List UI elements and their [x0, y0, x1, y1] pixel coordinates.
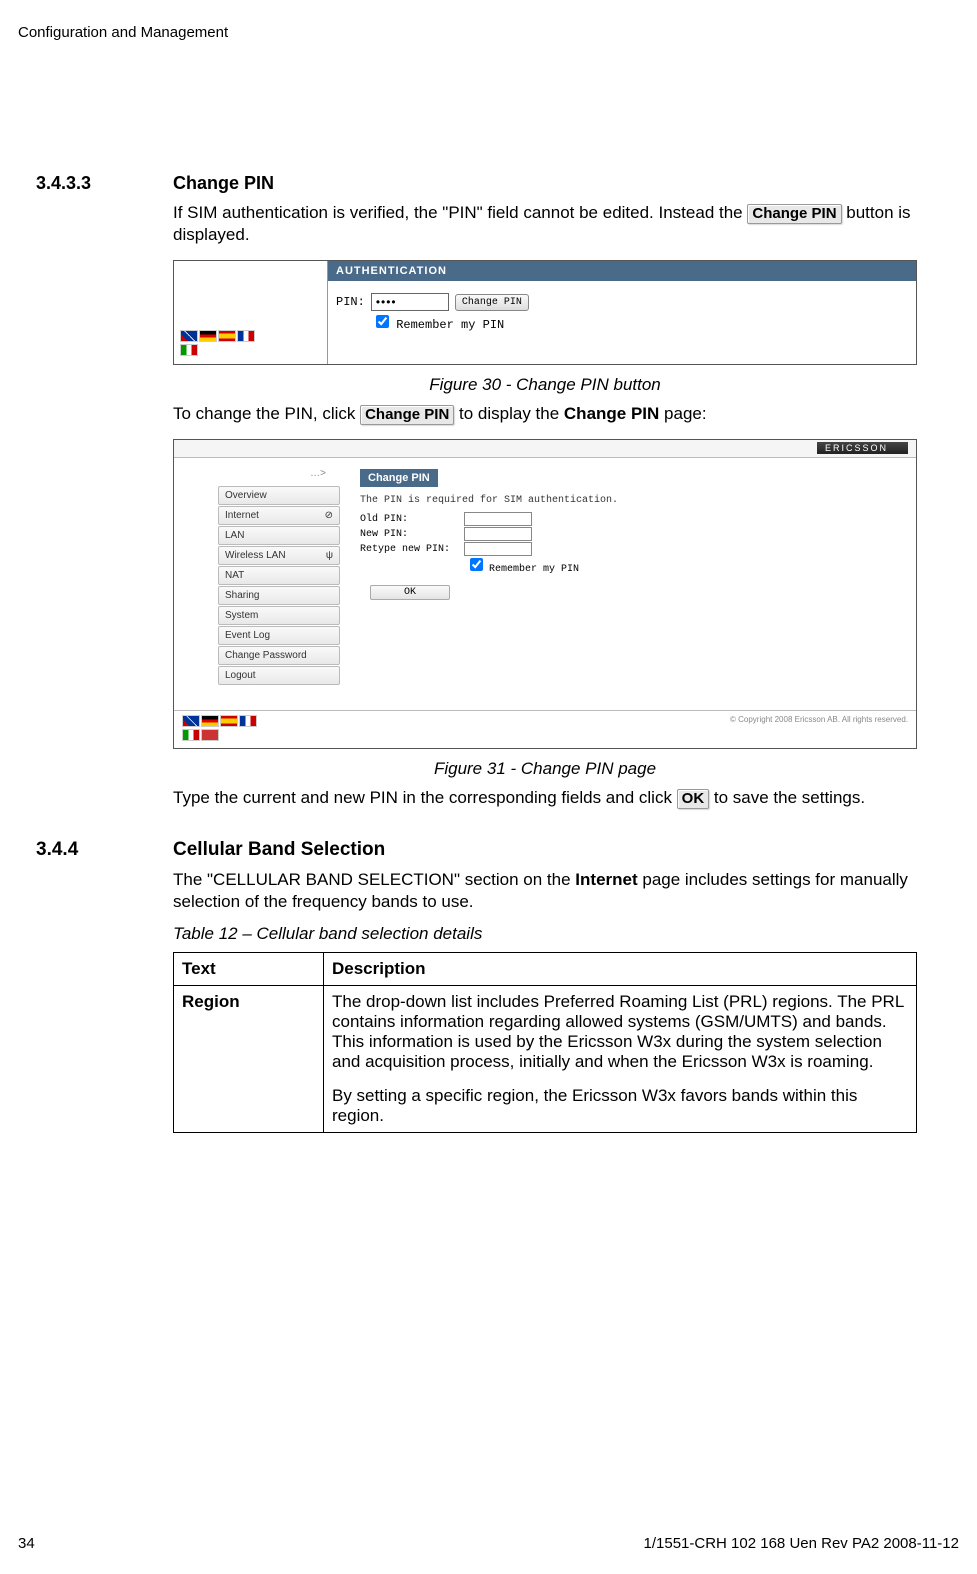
text-s2p1a: The "CELLULAR BAND SELECTION" section on… — [173, 870, 575, 889]
paragraph-2: To change the PIN, click Change PIN to d… — [173, 403, 917, 425]
retype-pin-label: Retype new PIN: — [360, 544, 464, 555]
nav-overview[interactable]: Overview — [218, 486, 340, 505]
ok-button[interactable]: OK — [370, 585, 450, 600]
text-s1p1a: If SIM authentication is verified, the "… — [173, 203, 747, 222]
paragraph-3: Type the current and new PIN in the corr… — [173, 787, 917, 809]
nav-logout-label: Logout — [225, 670, 256, 681]
pin-input[interactable]: •••• — [371, 293, 449, 311]
text-s1p3a: Type the current and new PIN in the corr… — [173, 788, 677, 807]
remember-pin-checkbox[interactable] — [376, 315, 389, 328]
flag-placeholder-icon — [201, 729, 219, 741]
section-title-change-pin: Change PIN — [173, 173, 917, 194]
text-s1p2strong: Change PIN — [564, 404, 659, 423]
old-pin-label: Old PIN: — [360, 514, 464, 525]
fig30-left-panel — [174, 261, 328, 364]
section-title-cellular: Cellular Band Selection — [173, 839, 917, 861]
new-pin-label: New PIN: — [360, 529, 464, 540]
nav-logout[interactable]: Logout — [218, 666, 340, 685]
fig31-topbar: ERICSSON — [174, 440, 916, 458]
fig31-sidebar: …> Overview Internet⊘ LAN Wireless LANψ … — [174, 458, 344, 710]
text-s1p3b: to save the settings. — [709, 788, 865, 807]
nav-nat[interactable]: NAT — [218, 566, 340, 585]
retype-pin-input[interactable] — [464, 542, 532, 556]
old-pin-input[interactable] — [464, 512, 532, 526]
nav-lan-label: LAN — [225, 530, 244, 541]
page-number: 34 — [18, 1535, 35, 1552]
auth-header-bar: AUTHENTICATION — [328, 261, 916, 281]
flag-es-icon — [218, 330, 236, 342]
nav-overview-label: Overview — [225, 490, 267, 501]
nav-system-label: System — [225, 610, 258, 621]
table-12-caption: Table 12 – Cellular band selection detai… — [173, 924, 917, 944]
nav-internet-label: Internet — [225, 510, 259, 521]
td-region-desc-p2: By setting a specific region, the Ericss… — [332, 1086, 908, 1126]
nav-eventlog-label: Event Log — [225, 630, 270, 641]
nav-sharing[interactable]: Sharing — [218, 586, 340, 605]
ok-button-ref: OK — [677, 789, 710, 809]
nav-wlan-label: Wireless LAN — [225, 550, 286, 561]
flag-it-icon — [180, 344, 198, 356]
nav-wlan[interactable]: Wireless LAN ψ — [218, 546, 340, 565]
table-row: Region The drop-down list includes Prefe… — [174, 985, 917, 1132]
flag-uk-icon — [180, 330, 198, 342]
nav-sharing-label: Sharing — [225, 590, 259, 601]
text-s1p2a: To change the PIN, click — [173, 404, 360, 423]
nav-internet[interactable]: Internet ⊘ — [218, 506, 340, 525]
flag-de-icon-2 — [201, 715, 219, 727]
figure-31: ERICSSON …> Overview Internet ⊘ LAN Wirel… — [173, 439, 917, 749]
flag-it-icon-2 — [182, 729, 200, 741]
figure-30: AUTHENTICATION PIN: •••• Change PIN Reme… — [173, 260, 917, 365]
flag-de-icon — [199, 330, 217, 342]
table-12: Text Description Region The drop-down li… — [173, 952, 917, 1133]
remember-pin-label: Remember my PIN — [396, 318, 504, 332]
new-pin-input[interactable] — [464, 527, 532, 541]
td-region-desc: The drop-down list includes Preferred Ro… — [324, 985, 917, 1132]
nav-nat-label: NAT — [225, 570, 244, 581]
ericsson-brand-label: ERICSSON — [817, 442, 908, 454]
copyright-text: © Copyright 2008 Ericsson AB. All rights… — [730, 715, 908, 724]
paragraph-1: If SIM authentication is verified, the "… — [173, 202, 917, 246]
nav-eventlog[interactable]: Event Log — [218, 626, 340, 645]
nav-chpass-label: Change Password — [225, 650, 307, 661]
text-s1p2c: page: — [659, 404, 706, 423]
section-number-2: 3.4.4 — [36, 839, 78, 861]
globe-icon: ⊘ — [325, 510, 333, 521]
doc-id-footer: 1/1551-CRH 102 168 Uen Rev PA2 2008-11-1… — [644, 1535, 959, 1552]
flag-es-icon-2 — [220, 715, 238, 727]
change-pin-button[interactable]: Change PIN — [455, 294, 529, 311]
text-s1p2b: to display the — [454, 404, 564, 423]
change-pin-page-title: Change PIN — [360, 469, 438, 487]
figure-30-caption: Figure 30 - Change PIN button — [173, 375, 917, 395]
figure-31-caption: Figure 31 - Change PIN page — [173, 759, 917, 779]
th-desc: Description — [324, 952, 917, 985]
flag-fr-icon-2 — [239, 715, 257, 727]
th-text: Text — [174, 952, 324, 985]
remember-pin-checkbox-2[interactable] — [470, 558, 483, 571]
nav-lan[interactable]: LAN — [218, 526, 340, 545]
wifi-icon: ψ — [326, 550, 333, 561]
change-pin-button-ref-1: Change PIN — [747, 204, 841, 224]
flag-uk-icon-2 — [182, 715, 200, 727]
breadcrumb-icon: …> — [310, 468, 326, 479]
remember-pin-label-2: Remember my PIN — [489, 564, 579, 575]
change-pin-button-ref-2: Change PIN — [360, 405, 454, 425]
page-header: Configuration and Management — [18, 24, 917, 41]
table-header-row: Text Description — [174, 952, 917, 985]
td-region: Region — [174, 985, 324, 1132]
nav-chpass[interactable]: Change Password — [218, 646, 340, 665]
section-number-1: 3.4.3.3 — [36, 173, 91, 194]
pin-label: PIN: — [336, 295, 365, 309]
change-pin-desc: The PIN is required for SIM authenticati… — [360, 495, 900, 506]
flag-fr-icon — [237, 330, 255, 342]
paragraph-s2-1: The "CELLULAR BAND SELECTION" section on… — [173, 869, 917, 913]
td-region-desc-p1: The drop-down list includes Preferred Ro… — [332, 992, 908, 1072]
nav-system[interactable]: System — [218, 606, 340, 625]
text-s2p1strong: Internet — [575, 870, 637, 889]
